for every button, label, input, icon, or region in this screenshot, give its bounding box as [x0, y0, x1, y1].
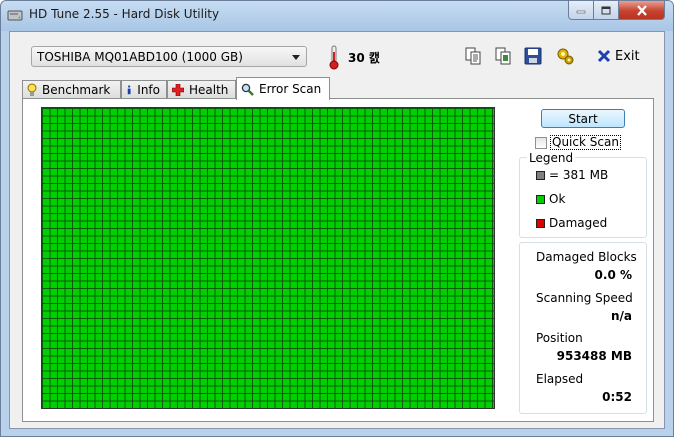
main-client-area: TOSHIBA MQ01ABD100 (1000 GB) 30 캜 Exit B…: [9, 31, 665, 429]
legend-damaged-label: Damaged: [549, 216, 608, 230]
quick-scan-option[interactable]: Quick Scan: [535, 135, 621, 150]
damaged-blocks-value: 0.0 %: [594, 268, 632, 282]
magnifier-icon: [241, 83, 254, 96]
legend-group: Legend = 381 MB Ok Damaged: [519, 151, 647, 238]
temperature-readout: 30 캜: [348, 51, 380, 65]
chevron-down-icon: [292, 55, 300, 60]
tab-health[interactable]: Health: [167, 80, 236, 99]
drive-select-value: TOSHIBA MQ01ABD100 (1000 GB): [37, 50, 243, 64]
start-button[interactable]: Start: [541, 109, 625, 128]
scanning-speed-value: n/a: [610, 309, 632, 323]
window-title: HD Tune 2.55 - Hard Disk Utility: [29, 7, 220, 21]
legend-title: Legend: [527, 151, 576, 165]
maximize-button[interactable]: [594, 1, 619, 20]
tab-health-label: Health: [189, 83, 229, 97]
elapsed-value: 0:52: [602, 390, 632, 404]
quick-scan-label: Quick Scan: [550, 135, 621, 150]
legend-swatch-ok: [536, 194, 545, 204]
minimize-button[interactable]: [568, 1, 594, 20]
exit-x-icon: [597, 49, 611, 63]
scanning-speed-label: Scanning Speed: [536, 291, 633, 305]
legend-ok-label: Ok: [549, 192, 566, 206]
app-window: HD Tune 2.55 - Hard Disk Utility TOSHIBA…: [0, 0, 674, 437]
close-window-button[interactable]: [619, 1, 665, 20]
tab-benchmark[interactable]: Benchmark: [22, 80, 121, 99]
hard-disk-app-icon: [7, 10, 23, 21]
title-bar[interactable]: HD Tune 2.55 - Hard Disk Utility: [1, 1, 673, 31]
close-icon: [636, 4, 647, 16]
options-gear-icon[interactable]: [554, 45, 576, 67]
copy-image-icon[interactable]: [492, 45, 514, 67]
health-cross-icon: [172, 84, 184, 96]
exit-label: Exit: [615, 48, 640, 64]
lightbulb-icon: [27, 83, 37, 96]
legend-damaged: Damaged: [536, 216, 607, 230]
tab-benchmark-label: Benchmark: [42, 83, 111, 97]
tab-info[interactable]: Info: [121, 80, 167, 99]
legend-swatch-damaged: [536, 218, 545, 228]
scan-block-map: [41, 107, 495, 409]
legend-block-size-label: = 381 MB: [549, 168, 609, 182]
drive-select[interactable]: TOSHIBA MQ01ABD100 (1000 GB): [31, 46, 307, 67]
damaged-blocks-label: Damaged Blocks: [536, 250, 637, 264]
position-value: 953488 MB: [556, 349, 632, 363]
legend-block-size: = 381 MB: [536, 168, 608, 182]
tab-error-scan[interactable]: Error Scan: [236, 77, 330, 100]
quick-scan-checkbox[interactable]: [535, 136, 547, 149]
save-icon[interactable]: [522, 45, 544, 67]
legend-ok: Ok: [536, 192, 565, 206]
exit-button[interactable]: Exit: [597, 45, 640, 67]
position-label: Position: [536, 331, 583, 345]
elapsed-label: Elapsed: [536, 372, 584, 386]
minimize-icon: [576, 10, 586, 14]
tab-info-label: Info: [137, 83, 160, 97]
copy-info-icon[interactable]: [462, 45, 484, 67]
tab-error-scan-label: Error Scan: [259, 82, 322, 96]
legend-swatch-block: [536, 170, 545, 180]
scan-stats-group: Damaged Blocks 0.0 % Scanning Speed n/a …: [519, 242, 647, 414]
error-scan-panel: Start Quick Scan Legend = 381 MB Ok Dama…: [22, 98, 654, 422]
maximize-icon: [601, 6, 611, 14]
thermometer-icon: [329, 45, 339, 70]
info-icon: [127, 85, 131, 95]
